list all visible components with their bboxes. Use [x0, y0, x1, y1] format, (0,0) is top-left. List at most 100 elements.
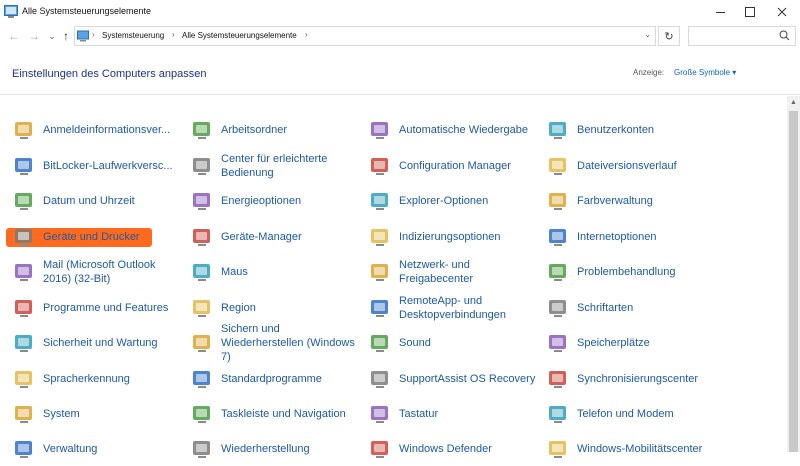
control-panel-item[interactable]: Sicherheit und Wartung — [12, 326, 184, 360]
control-panel-item[interactable]: Indizierungsoptionen — [368, 220, 540, 254]
control-panel-item[interactable]: BitLocker-Laufwerkversc... — [12, 149, 184, 183]
programs-features-icon — [15, 300, 32, 317]
control-panel-item[interactable]: Benutzerkonten — [546, 113, 718, 147]
control-panel-item[interactable]: Wiederherstellung — [190, 432, 362, 466]
file-history-icon — [549, 158, 566, 175]
address-dropdown-icon[interactable]: ⌄ — [644, 30, 651, 39]
control-panel-item-label: Sound — [399, 337, 431, 349]
control-panel-item-label: Synchronisierungscenter — [577, 373, 699, 385]
search-icon — [779, 30, 790, 41]
search-input[interactable] — [688, 26, 796, 46]
ease-of-access-icon — [193, 158, 210, 175]
scroll-up-arrow-icon: ▲ — [790, 99, 797, 106]
control-panel-item[interactable]: Mail (Microsoft Outlook 2016) (32-Bit) — [12, 255, 184, 289]
control-panel-item[interactable]: Farbverwaltung — [546, 184, 718, 218]
control-panel-icon — [4, 5, 18, 18]
up-button[interactable]: ↑ — [58, 28, 74, 44]
control-panel-item[interactable]: SupportAssist OS Recovery — [368, 362, 540, 396]
user-accounts-icon — [549, 122, 566, 139]
forward-button[interactable]: → — [26, 28, 42, 44]
control-panel-item[interactable]: Spracherkennung — [12, 362, 184, 396]
control-panel-item-label: Telefon und Modem — [577, 408, 674, 420]
control-panel-item-label: Tastatur — [399, 408, 439, 420]
control-panel-item-label: Sichern und Wiederherstellen (Windows 7) — [221, 323, 355, 363]
control-panel-item[interactable]: Windows Defender — [368, 432, 540, 466]
control-panel-item[interactable]: Configuration Manager — [368, 149, 540, 183]
power-options-icon — [193, 193, 210, 210]
page-title: Einstellungen des Computers anpassen — [12, 68, 207, 80]
control-panel-item-label: System — [43, 408, 80, 420]
control-panel-item[interactable]: Taskleiste und Navigation — [190, 397, 362, 431]
control-panel-item[interactable]: Telefon und Modem — [546, 397, 718, 431]
minimize-icon — [715, 11, 725, 13]
view-mode-dropdown[interactable]: Große Symbole ▾ — [674, 68, 736, 77]
control-panel-item[interactable]: Geräte und Drucker — [12, 220, 184, 254]
close-button[interactable] — [766, 0, 798, 24]
fonts-icon — [549, 300, 566, 317]
breadcrumb-separator: › — [172, 30, 175, 39]
forward-arrow-icon: → — [28, 29, 40, 43]
control-panel-item[interactable]: RemoteApp- und Desktopverbindungen — [368, 291, 540, 325]
control-panel-item[interactable]: Schriftarten — [546, 291, 718, 325]
control-panel-item[interactable]: Energieoptionen — [190, 184, 362, 218]
sync-center-icon — [549, 371, 566, 388]
control-panel-item-label: Region — [221, 302, 256, 314]
minimize-button[interactable] — [704, 0, 736, 24]
control-panel-item-label: Wiederherstellung — [221, 443, 310, 455]
header-divider — [0, 94, 800, 95]
control-panel-item[interactable]: Region — [190, 291, 362, 325]
control-panel-item[interactable]: Geräte-Manager — [190, 220, 362, 254]
control-panel-item[interactable]: Synchronisierungscenter — [546, 362, 718, 396]
back-button[interactable]: ← — [6, 28, 22, 44]
control-panel-item[interactable]: Sichern und Wiederherstellen (Windows 7) — [190, 323, 362, 363]
control-panel-item[interactable]: Maus — [190, 255, 362, 289]
control-panel-item-label: Schriftarten — [577, 302, 634, 314]
control-panel-item[interactable]: Programme und Features — [12, 291, 184, 325]
control-panel-item[interactable]: Datum und Uhrzeit — [12, 184, 184, 218]
refresh-button[interactable]: ↻ — [658, 26, 680, 46]
control-panel-item[interactable]: Automatische Wiedergabe — [368, 113, 540, 147]
breadcrumb-all-items[interactable]: Alle Systemsteuerungselemente — [182, 31, 297, 40]
default-programs-icon — [193, 371, 210, 388]
internet-options-icon — [549, 229, 566, 246]
control-panel-item-label: SupportAssist OS Recovery — [399, 373, 536, 385]
keyboard-icon — [371, 406, 388, 423]
control-panel-item[interactable]: Center für erleichterte Bedienung — [190, 149, 362, 183]
windows-defender-icon — [371, 441, 388, 458]
autoplay-icon — [371, 122, 388, 139]
control-panel-item-label: Verwaltung — [43, 443, 98, 455]
control-panel-item[interactable]: Explorer-Optionen — [368, 184, 540, 218]
control-panel-item[interactable]: System — [12, 397, 184, 431]
control-panel-item[interactable]: Standardprogramme — [190, 362, 362, 396]
control-panel-item-label: Datum und Uhrzeit — [43, 195, 135, 207]
scrollbar-thumb[interactable] — [789, 111, 798, 452]
control-panel-item[interactable]: Sound — [368, 326, 540, 360]
control-panel-item[interactable]: Windows-Mobilitätscenter — [546, 432, 718, 466]
control-panel-item-label: Sicherheit und Wartung — [43, 337, 158, 349]
up-arrow-icon: ↑ — [63, 29, 69, 43]
control-panel-item[interactable]: Tastatur — [368, 397, 540, 431]
control-panel-item-label: Speicherplätze — [577, 337, 650, 349]
configuration-manager-icon — [371, 158, 388, 175]
control-panel-item[interactable]: Verwaltung — [12, 432, 184, 466]
system-icon — [15, 406, 32, 423]
control-panel-item[interactable]: Dateiversionsverlauf — [546, 149, 718, 183]
window-title: Alle Systemsteuerungselemente — [22, 6, 152, 16]
control-panel-item[interactable]: Netzwerk- und Freigabecenter — [368, 255, 540, 289]
address-field[interactable]: › Systemsteuerung › Alle Systemsteuerung… — [74, 26, 656, 46]
view-label: Anzeige: — [633, 68, 665, 77]
date-time-icon — [15, 193, 32, 210]
control-panel-item-label: Programme und Features — [43, 302, 169, 314]
control-panel-item-label: Center für erleichterte Bedienung — [221, 153, 328, 179]
scroll-up-button[interactable]: ▲ — [787, 96, 800, 109]
control-panel-item[interactable]: Speicherplätze — [546, 326, 718, 360]
region-icon — [193, 300, 210, 317]
control-panel-item[interactable]: Problembehandlung — [546, 255, 718, 289]
control-panel-item[interactable]: Internetoptionen — [546, 220, 718, 254]
control-panel-item[interactable]: Arbeitsordner — [190, 113, 362, 147]
control-panel-item[interactable]: Anmeldeinformationsver... — [12, 113, 184, 147]
credential-manager-icon — [15, 122, 32, 139]
maximize-button[interactable] — [734, 0, 766, 24]
breadcrumb-systemsteuerung[interactable]: Systemsteuerung — [102, 31, 164, 40]
work-folders-icon — [193, 122, 210, 139]
